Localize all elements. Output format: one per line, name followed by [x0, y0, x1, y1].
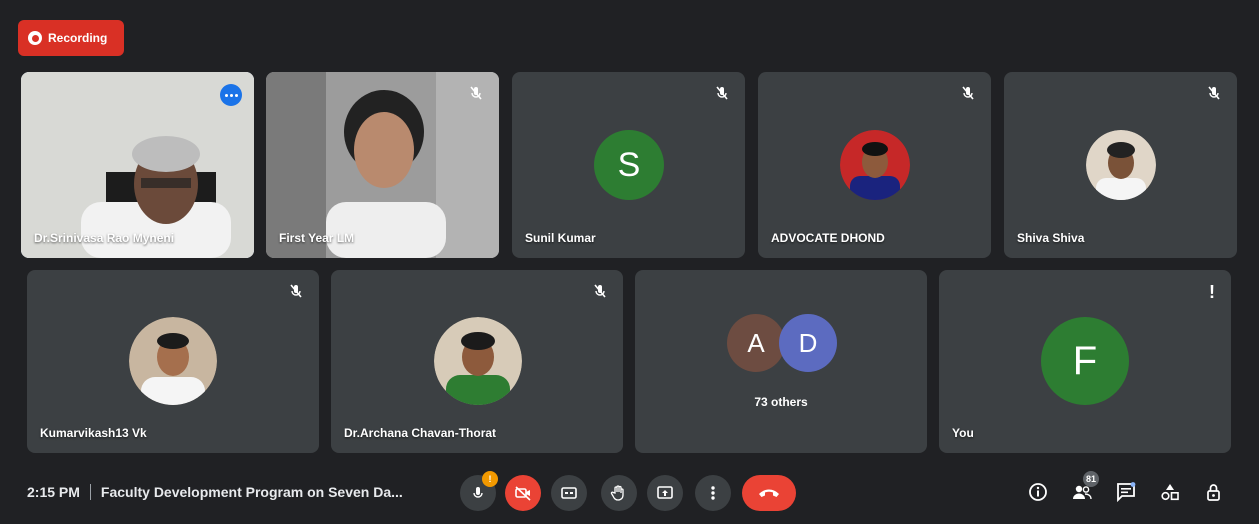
participant-name: Shiva Shiva	[1017, 231, 1085, 245]
others-tile[interactable]: A D 73 others	[635, 270, 927, 453]
participant-tile-4[interactable]: ADVOCATE DHOND	[758, 72, 991, 258]
mic-icon	[473, 487, 483, 498]
avatar: F	[1041, 317, 1129, 405]
activities-icon	[1161, 484, 1179, 501]
mic-off-icon	[290, 284, 302, 298]
people-count-badge: 81	[1083, 471, 1099, 487]
mic-off-icon	[594, 284, 606, 298]
leave-call-button[interactable]	[742, 475, 796, 511]
others-count: 73 others	[754, 395, 808, 409]
participant-name: ADVOCATE DHOND	[771, 231, 885, 245]
present-button[interactable]	[647, 475, 683, 511]
info-icon	[1029, 483, 1047, 501]
mic-off-icon	[470, 86, 482, 100]
phone-hangup-icon	[759, 489, 779, 497]
camera-off-icon	[515, 486, 531, 501]
captions-button[interactable]	[551, 475, 587, 511]
meeting-info: 2:15 PM Faculty Development Program on S…	[27, 484, 403, 500]
more-vert-icon	[711, 486, 715, 500]
participant-name: First Year LM	[279, 231, 355, 245]
meeting-details-button[interactable]	[1025, 479, 1051, 505]
avatar	[840, 130, 910, 200]
lock-person-icon	[1207, 484, 1220, 501]
mic-off-icon	[1208, 86, 1220, 100]
present-screen-icon	[657, 486, 673, 499]
participant-tile-7[interactable]: Dr.Archana Chavan-Thorat	[331, 270, 623, 453]
raise-hand-button[interactable]	[601, 475, 637, 511]
camera-button[interactable]	[505, 475, 541, 511]
participant-name: Sunil Kumar	[525, 231, 596, 245]
hand-icon	[610, 485, 624, 501]
clock-time: 2:15 PM	[27, 484, 80, 500]
divider	[89, 484, 91, 500]
host-controls-button[interactable]	[1201, 479, 1227, 505]
avatar	[434, 317, 522, 405]
participant-name: You	[952, 426, 974, 440]
mic-off-icon	[716, 86, 728, 100]
participant-tile-2[interactable]: First Year LM	[266, 72, 499, 258]
participant-tile-1[interactable]: Dr.Srinivasa Rao Myneni	[21, 72, 254, 258]
participant-name: Kumarvikash13 Vk	[40, 426, 147, 440]
participant-tile-6[interactable]: Kumarvikash13 Vk	[27, 270, 319, 453]
self-tile[interactable]: F ! You	[939, 270, 1231, 453]
avatar: D	[779, 314, 837, 372]
chat-icon	[1117, 482, 1136, 503]
avatar	[129, 317, 217, 405]
people-button[interactable]: 81	[1069, 471, 1099, 505]
alert-icon[interactable]: !	[1209, 282, 1215, 303]
participant-name: Dr.Srinivasa Rao Myneni	[34, 231, 175, 245]
bottom-bar: 2:15 PM Faculty Development Program on S…	[0, 466, 1259, 524]
mic-warning-badge: !	[482, 471, 498, 487]
avatar	[1086, 130, 1156, 200]
more-options-button[interactable]	[695, 475, 731, 511]
recording-badge[interactable]: Recording	[18, 20, 124, 56]
avatar: S	[594, 130, 664, 200]
activities-button[interactable]	[1157, 479, 1183, 505]
mic-off-icon	[962, 86, 974, 100]
record-icon	[28, 31, 42, 45]
chat-button[interactable]	[1113, 479, 1139, 505]
participant-tile-5[interactable]: Shiva Shiva	[1004, 72, 1237, 258]
avatar: A	[727, 314, 785, 372]
meeting-title: Faculty Development Program on Seven Da.…	[100, 484, 403, 500]
captions-icon	[561, 487, 577, 499]
more-options-icon[interactable]	[220, 84, 242, 106]
mic-button[interactable]: !	[460, 471, 498, 511]
participant-name: Dr.Archana Chavan-Thorat	[344, 426, 497, 440]
recording-label: Recording	[48, 31, 108, 45]
participant-tile-3[interactable]: S Sunil Kumar	[512, 72, 745, 258]
